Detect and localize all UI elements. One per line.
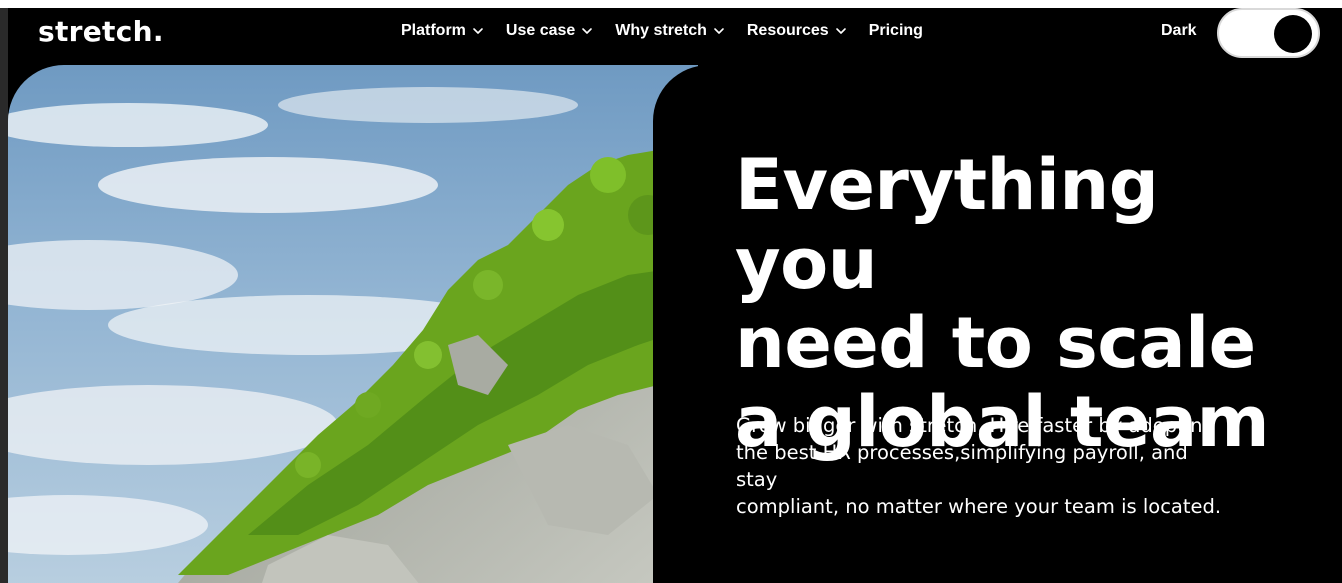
nav-item-label: Use case: [505, 22, 576, 39]
hero-image: [8, 65, 698, 583]
cliff-landscape-illustration: [8, 65, 698, 583]
top-navigation: stretch. Platform Use case Why stretch R…: [0, 8, 1342, 58]
nav-item-use-case[interactable]: Use case: [506, 22, 593, 40]
hero-subtext: Grow bigger with stretch. Hire faster by…: [736, 412, 1226, 520]
nav-item-resources[interactable]: Resources: [747, 22, 847, 40]
nav-item-label: Why stretch: [615, 22, 707, 39]
nav-item-pricing[interactable]: Pricing: [869, 22, 923, 40]
subtext-line: Grow bigger with stretch. Hire faster by…: [736, 414, 1215, 437]
chevron-down-icon: [581, 25, 593, 37]
nav-item-platform[interactable]: Platform: [401, 22, 484, 40]
chevron-down-icon: [835, 25, 847, 37]
subtext-line: compliant, no matter where your team is …: [736, 495, 1222, 518]
nav-item-label: Platform: [401, 22, 466, 39]
nav-item-why-stretch[interactable]: Why stretch: [615, 22, 725, 40]
chevron-down-icon: [472, 25, 484, 37]
nav-item-label: Pricing: [868, 22, 923, 39]
page: stretch. Platform Use case Why stretch R…: [0, 8, 1342, 583]
left-edge-strip: [0, 8, 8, 583]
theme-toggle[interactable]: [1217, 8, 1320, 58]
main-menu: Platform Use case Why stretch Resources: [401, 22, 945, 40]
subtext-line: the best HR processes,simplifying payrol…: [736, 441, 1188, 491]
toggle-knob: [1274, 15, 1312, 53]
chevron-down-icon: [713, 25, 725, 37]
headline-line: need to scale: [735, 302, 1256, 384]
headline-line: Everything you: [735, 144, 1159, 305]
logo[interactable]: stretch.: [38, 15, 164, 48]
theme-label: Dark: [1161, 22, 1197, 39]
nav-item-label: Resources: [746, 22, 829, 39]
